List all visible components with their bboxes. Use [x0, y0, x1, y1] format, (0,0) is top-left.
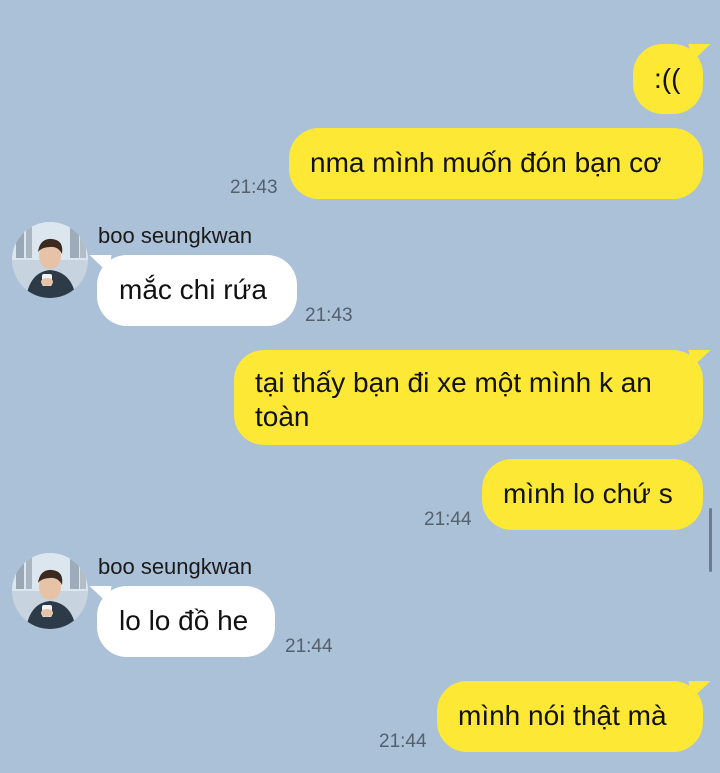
message-timestamp: 21:44: [424, 509, 472, 530]
message-text: mình lo chứ s: [503, 478, 673, 509]
message-bubble-received[interactable]: lo lo đồ he: [97, 586, 275, 657]
scrollbar-thumb[interactable]: [709, 508, 712, 572]
sender-name: boo seungkwan: [98, 554, 253, 579]
avatar[interactable]: [12, 553, 88, 629]
message-timestamp: 21:44: [285, 636, 333, 657]
message-bubble-sent[interactable]: mình lo chứ s: [482, 459, 703, 530]
message-text: mình nói thật mà: [458, 700, 667, 731]
message-timestamp: 21:44: [379, 731, 427, 752]
message-text: mắc chi rứa: [119, 274, 267, 305]
message-bubble-sent[interactable]: tại thấy bạn đi xe một mình k an toàn: [234, 350, 703, 445]
message-text: tại thấy bạn đi xe một mình k an toàn: [255, 367, 652, 432]
message-timestamp: 21:43: [230, 177, 278, 198]
message-text: lo lo đồ he: [119, 605, 249, 636]
message-bubble-sent[interactable]: mình nói thật mà: [437, 681, 703, 752]
chat-room[interactable]: :(( nma mình muốn đón bạn cơ 21:43 boo s…: [0, 0, 720, 773]
message-text: :((: [654, 63, 681, 94]
message-timestamp: 21:43: [305, 305, 353, 326]
avatar-photo-icon: [12, 222, 88, 298]
message-bubble-sent[interactable]: :((: [633, 44, 703, 114]
avatar-photo-icon: [12, 553, 88, 629]
avatar[interactable]: [12, 222, 88, 298]
message-bubble-received[interactable]: mắc chi rứa: [97, 255, 297, 326]
message-bubble-sent[interactable]: nma mình muốn đón bạn cơ: [289, 128, 703, 199]
message-text: nma mình muốn đón bạn cơ: [310, 147, 662, 178]
sender-name: boo seungkwan: [98, 223, 253, 248]
